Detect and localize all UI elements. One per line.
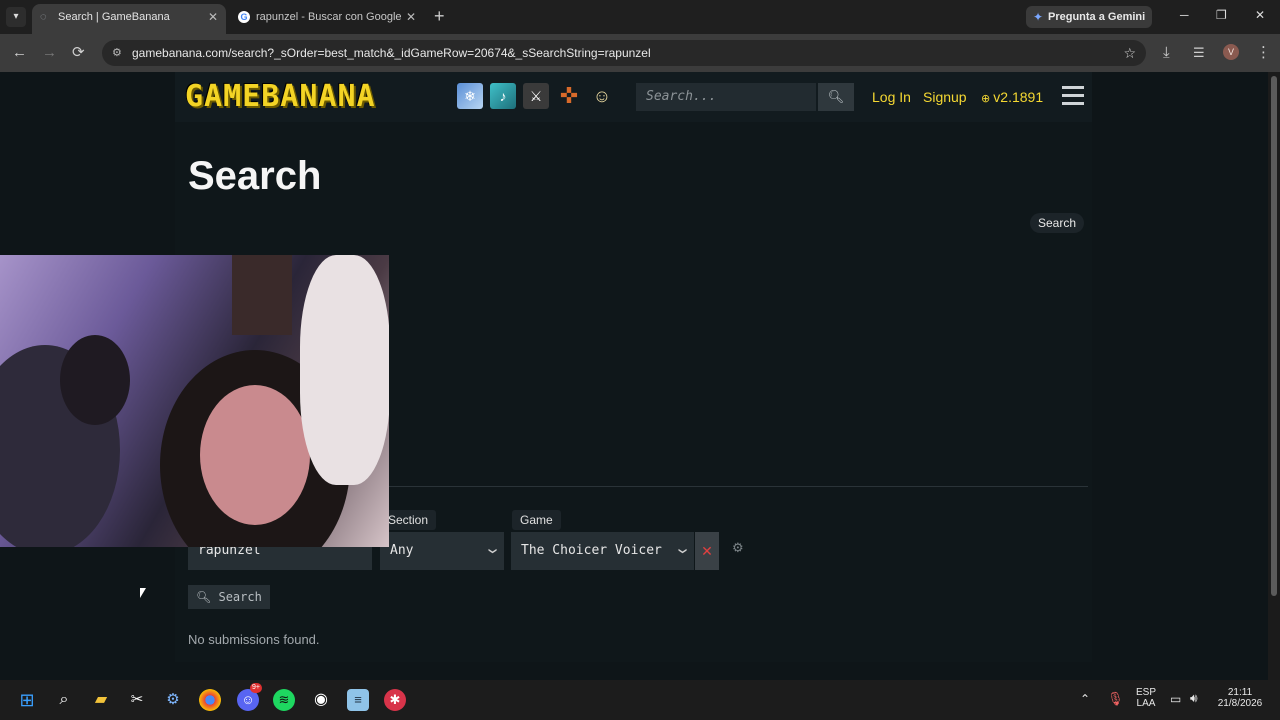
language-indicator[interactable]: ESP LAA bbox=[1133, 687, 1159, 709]
gemini-button[interactable]: ✦ Pregunta a Gemini bbox=[1026, 6, 1152, 28]
game-icon-tf2[interactable]: ✜ bbox=[556, 83, 582, 109]
clock-date: 21/8/2026 bbox=[1217, 698, 1263, 709]
browser-toolbar: ← → ⟳ ⚙ gamebanana.com/search?_sOrder=be… bbox=[0, 34, 1280, 72]
magnifier-icon: 🔍︎ bbox=[827, 89, 845, 104]
language-bottom: LAA bbox=[1136, 698, 1156, 709]
spotify-icon[interactable]: ≋ bbox=[273, 689, 295, 711]
notepad-icon[interactable]: ≡ bbox=[347, 689, 369, 711]
chrome-icon[interactable] bbox=[199, 689, 221, 711]
discord-badge: 9+ bbox=[250, 683, 262, 693]
show-hidden-icons-chevron-icon[interactable]: ⌃ bbox=[1080, 692, 1090, 706]
download-icon[interactable]: ⤓ bbox=[1163, 44, 1170, 62]
gamebanana-logo[interactable]: GAMEBANANA bbox=[185, 80, 376, 114]
microphone-icon[interactable]: 🎙︎ bbox=[1107, 691, 1124, 707]
language-top: ESP bbox=[1135, 687, 1156, 698]
version-text: v2.1891 bbox=[993, 89, 1044, 105]
back-arrow-icon[interactable]: ← bbox=[12, 44, 27, 62]
search-submit-button[interactable]: 🔍︎ Search bbox=[188, 585, 270, 609]
tab-gamebanana-search[interactable]: ◌ Search | GameBanana ✕ bbox=[32, 4, 226, 34]
windows-taskbar: ⊞ ⌕ ▰ ✂ ⚙ ☺ 9+ ≋ ◉ ≡ ✱ ⌃ 🎙︎ ESP LAA ▭ 🔊︎… bbox=[0, 680, 1280, 720]
restore-icon[interactable]: ❐ bbox=[1216, 8, 1227, 22]
steam-icon[interactable]: ⚙ bbox=[162, 689, 184, 711]
tag-icon: ⊕ bbox=[981, 93, 994, 105]
gemini-label: Pregunta a Gemini bbox=[1048, 11, 1146, 23]
game-icon-counter-strike[interactable]: ⚔ bbox=[523, 83, 549, 109]
tab-title: Search | GameBanana bbox=[58, 11, 170, 23]
tab-google-search[interactable]: G rapunzel - Buscar con Google ✕ bbox=[230, 4, 424, 34]
no-results-message: No submissions found. bbox=[188, 632, 320, 647]
tab-title: rapunzel - Buscar con Google bbox=[256, 11, 402, 23]
url-text: gamebanana.com/search?_sOrder=best_match… bbox=[132, 46, 651, 60]
volume-icon[interactable]: 🔊︎ bbox=[1190, 691, 1198, 706]
game-label: Game bbox=[512, 510, 561, 530]
forward-arrow-icon[interactable]: → bbox=[42, 44, 57, 62]
windows-start-icon[interactable]: ⊞ bbox=[16, 689, 38, 711]
gear-icon[interactable]: ⚙ bbox=[732, 540, 744, 556]
site-header: GAMEBANANA ❄ ♪ ⚔ ✜ ☺ Search... 🔍︎ Log In… bbox=[175, 72, 1092, 122]
tab-list-chevron-icon[interactable]: ▾ bbox=[6, 7, 26, 27]
section-value: Any bbox=[390, 543, 414, 558]
game-icon-1[interactable]: ❄ bbox=[457, 83, 483, 109]
search-icon[interactable]: ⌕ bbox=[53, 689, 75, 711]
page-title: Search bbox=[188, 154, 322, 198]
version-link[interactable]: ⊕ v2.1891 bbox=[981, 89, 1043, 105]
snipping-tool-icon[interactable]: ✂ bbox=[126, 689, 148, 711]
site-search-button[interactable]: 🔍︎ bbox=[818, 83, 854, 111]
file-explorer-icon[interactable]: ▰ bbox=[90, 689, 112, 711]
clear-game-button[interactable]: ✕ bbox=[695, 532, 719, 570]
window-close-icon[interactable]: ✕ bbox=[1255, 8, 1265, 22]
scrollbar-thumb[interactable] bbox=[1271, 76, 1277, 596]
search-tag: Search bbox=[1030, 213, 1085, 233]
game-icon-baldi[interactable]: ☺ bbox=[589, 83, 615, 109]
site-search-input[interactable]: Search... bbox=[636, 83, 816, 111]
login-link[interactable]: Log In bbox=[872, 89, 911, 105]
page-scrollbar[interactable] bbox=[1268, 72, 1280, 680]
hamburger-menu-icon[interactable] bbox=[1062, 86, 1084, 108]
close-icon[interactable]: ✕ bbox=[406, 4, 416, 30]
loading-favicon-icon: ◌ bbox=[40, 11, 47, 23]
bookmark-star-icon[interactable]: ☆ bbox=[1123, 40, 1136, 66]
game-select[interactable]: The Choicer Voicer ❯ bbox=[511, 532, 694, 570]
minimize-icon[interactable]: ─ bbox=[1180, 8, 1189, 22]
profile-avatar[interactable]: V bbox=[1223, 44, 1239, 60]
new-tab-plus-icon[interactable]: + bbox=[434, 6, 445, 26]
webcam-video-overlay bbox=[0, 255, 389, 547]
gemini-sparkle-icon: ✦ bbox=[1033, 10, 1044, 24]
chevron-down-icon: ❯ bbox=[486, 547, 500, 555]
search-submit-label: Search bbox=[218, 590, 262, 604]
site-info-icon[interactable]: ⚙ bbox=[112, 40, 122, 66]
mouse-cursor-icon bbox=[140, 588, 146, 598]
browser-tab-bar: ▾ ◌ Search | GameBanana ✕ G rapunzel - B… bbox=[0, 0, 1280, 34]
signup-link[interactable]: Signup bbox=[923, 89, 967, 105]
shelf bbox=[232, 255, 292, 335]
person-head bbox=[60, 335, 130, 425]
media-control-icon[interactable]: ☰ bbox=[1193, 44, 1205, 62]
clock-time: 21:11 bbox=[1227, 687, 1253, 698]
google-icon: G bbox=[238, 11, 250, 23]
close-icon[interactable]: ✕ bbox=[208, 4, 218, 30]
person-face bbox=[200, 385, 310, 525]
magnifier-icon: 🔍︎ bbox=[196, 590, 212, 604]
network-icon[interactable]: ▭ bbox=[1170, 692, 1181, 706]
menu-kebab-icon[interactable]: ⋮ bbox=[1256, 44, 1271, 62]
section-select[interactable]: Any ❯ bbox=[380, 532, 504, 570]
x-icon: ✕ bbox=[701, 543, 713, 559]
address-bar[interactable]: ⚙ gamebanana.com/search?_sOrder=best_mat… bbox=[102, 40, 1146, 66]
person-right bbox=[300, 255, 389, 485]
discord-icon[interactable]: ☺ 9+ bbox=[237, 683, 262, 711]
clock[interactable]: 21:11 21/8/2026 bbox=[1212, 687, 1268, 709]
app-icon[interactable]: ✱ bbox=[384, 689, 406, 711]
stop-loading-icon[interactable]: ⟳ bbox=[72, 44, 85, 62]
game-value: The Choicer Voicer bbox=[521, 543, 662, 558]
game-icon-miku[interactable]: ♪ bbox=[490, 83, 516, 109]
obs-icon[interactable]: ◉ bbox=[310, 689, 332, 711]
